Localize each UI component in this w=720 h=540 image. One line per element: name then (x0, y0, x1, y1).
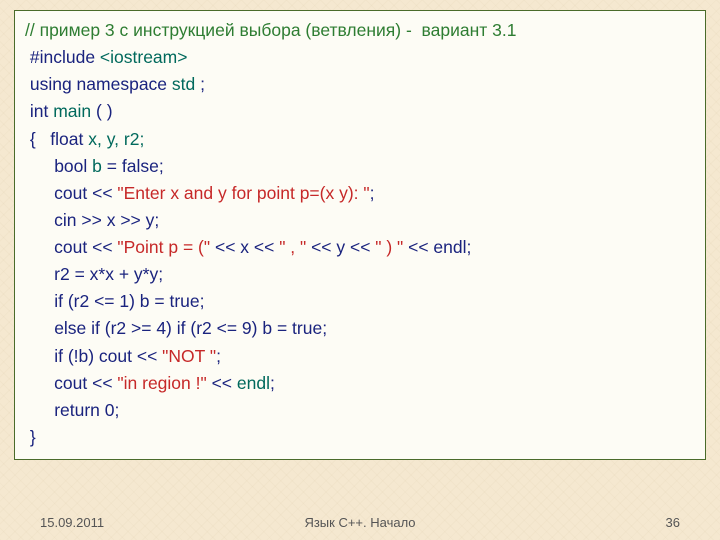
code-line: int main ( ) (25, 98, 695, 125)
code-line: { float x, y, r2; (25, 126, 695, 153)
code-line: if (!b) cout << "NOT "; (25, 343, 695, 370)
code-line: cin >> x >> y; (25, 207, 695, 234)
code-line: return 0; (25, 397, 695, 424)
code-line: } (25, 424, 695, 451)
slide-footer: 15.09.2011 Язык С++. Начало 36 (0, 515, 720, 530)
comment: // пример 3 с инструкцией выбора (ветвле… (25, 20, 516, 40)
code-line: cout << "Point p = (" << x << " , " << y… (25, 234, 695, 261)
code-line: if (r2 <= 1) b = true; (25, 288, 695, 315)
code-line: else if (r2 >= 4) if (r2 <= 9) b = true; (25, 315, 695, 342)
footer-page: 36 (666, 515, 680, 530)
code-line: cout << "Enter x and y for point p=(x y)… (25, 180, 695, 207)
code-line: #include <iostream> (25, 44, 695, 71)
footer-title: Язык С++. Начало (304, 515, 415, 530)
code-line: bool b = false; (25, 153, 695, 180)
code-line: // пример 3 с инструкцией выбора (ветвле… (25, 17, 695, 44)
code-line: r2 = x*x + y*y; (25, 261, 695, 288)
footer-date: 15.09.2011 (40, 515, 104, 530)
code-line: cout << "in region !" << endl; (25, 370, 695, 397)
code-line: using namespace std ; (25, 71, 695, 98)
code-box: // пример 3 с инструкцией выбора (ветвле… (14, 10, 706, 460)
